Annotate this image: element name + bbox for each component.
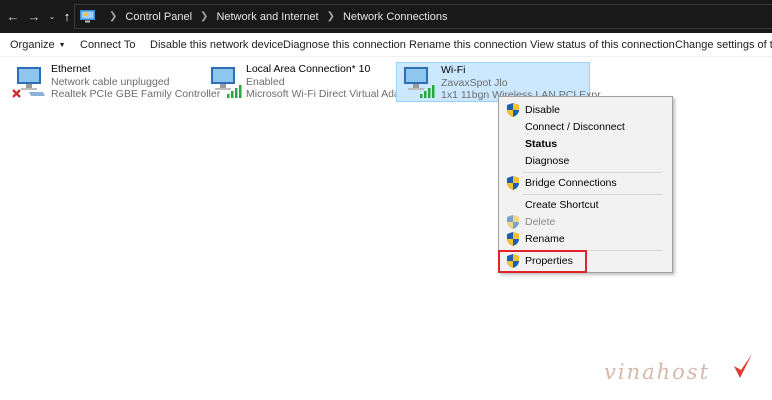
menu-item-bridge-connections[interactable]: Bridge Connections (501, 175, 670, 192)
menu-item-diagnose[interactable]: Diagnose (501, 153, 670, 170)
diagnose-connection-button[interactable]: Diagnose this connection (283, 39, 406, 51)
menu-item-create-shortcut[interactable]: Create Shortcut (501, 197, 670, 214)
dropdown-caret-icon: ▼ (58, 42, 66, 49)
organize-button[interactable]: Organize ▼ (10, 39, 66, 51)
menu-item-label: Rename (525, 233, 565, 245)
menu-item-rename[interactable]: Rename (501, 231, 670, 248)
change-settings-button[interactable]: Change settings of this c (675, 39, 772, 51)
connection-name: Local Area Connection* 10 (246, 63, 371, 75)
breadcrumb-control-panel[interactable]: Control Panel (125, 11, 192, 23)
uac-shield-icon (507, 215, 519, 229)
address-bar-region: ← → ⌄ ↑ ❯ Control Panel ❯ Network and In… (0, 0, 772, 33)
up-arrow-icon[interactable]: ↑ (60, 9, 74, 24)
menu-separator (523, 172, 662, 173)
connection-name: Wi-Fi (441, 64, 466, 76)
vinahost-watermark: vinahost (604, 352, 754, 388)
breadcrumb-network-and-internet[interactable]: Network and Internet (216, 11, 318, 23)
connection-name: Ethernet (51, 63, 91, 75)
menu-item-status[interactable]: Status (501, 136, 670, 153)
connection-status: Network cable unplugged (51, 75, 170, 88)
watermark-text: vinahost (604, 360, 711, 384)
connection-device: Realtek PCIe GBE Family Controller (51, 88, 221, 100)
rename-connection-button[interactable]: Rename this connection (409, 39, 527, 51)
breadcrumb-separator-icon: ❯ (200, 11, 209, 22)
menu-item-label: Status (525, 138, 558, 150)
menu-item-label: Bridge Connections (525, 177, 617, 189)
disable-device-button[interactable]: Disable this network device (150, 39, 283, 51)
menu-item-label: Connect / Disconnect (525, 121, 625, 133)
uac-shield-icon (507, 232, 519, 246)
connection-status: Enabled (246, 75, 285, 88)
breadcrumb-separator-icon: ❯ (326, 11, 335, 22)
properties-highlight-box (498, 250, 587, 273)
command-toolbar: Organize ▼ Connect To Disable this networ… (0, 33, 772, 57)
network-signal-icon (211, 67, 242, 98)
uac-shield-icon (507, 176, 519, 190)
control-panel-icon (80, 10, 95, 23)
view-status-button[interactable]: View status of this connection (530, 39, 675, 51)
connection-ethernet[interactable]: Ethernet Network cable unplugged Realtek… (4, 62, 220, 102)
forward-arrow-icon[interactable]: → (27, 9, 41, 24)
menu-item-label: Delete (525, 216, 556, 228)
breadcrumb-network-connections[interactable]: Network Connections (343, 11, 448, 23)
ethernet-disconnected-icon (12, 67, 45, 98)
organize-label: Organize (10, 39, 55, 51)
address-bar[interactable]: ❯ Control Panel ❯ Network and Internet ❯… (74, 4, 772, 29)
menu-item-delete: Delete (501, 214, 670, 231)
wifi-signal-icon (404, 67, 435, 98)
back-arrow-icon[interactable]: ← (6, 9, 20, 24)
breadcrumb-separator-icon: ❯ (109, 11, 118, 22)
menu-item-label: Create Shortcut (525, 199, 599, 211)
connect-to-button[interactable]: Connect To (80, 39, 135, 51)
menu-item-disable[interactable]: Disable (501, 102, 670, 119)
breadcrumb: ❯ Control Panel ❯ Network and Internet ❯… (101, 5, 448, 28)
connection-device: Microsoft Wi-Fi Direct Virtual Ada... (246, 88, 409, 100)
context-menu: Disable Connect / Disconnect Status Diag… (498, 96, 673, 273)
menu-item-label: Disable (525, 104, 561, 116)
menu-separator (523, 194, 662, 195)
uac-shield-icon (507, 103, 519, 117)
menu-item-label: Diagnose (525, 155, 570, 167)
recent-locations-chevron-icon[interactable]: ⌄ (45, 9, 59, 23)
connection-status: ZavaxSpot Jlo (441, 76, 508, 89)
menu-item-connect-disconnect[interactable]: Connect / Disconnect (501, 119, 670, 136)
connection-local-area-10[interactable]: Local Area Connection* 10 Enabled Micros… (199, 62, 409, 102)
checkmark-logo-icon (734, 354, 752, 378)
